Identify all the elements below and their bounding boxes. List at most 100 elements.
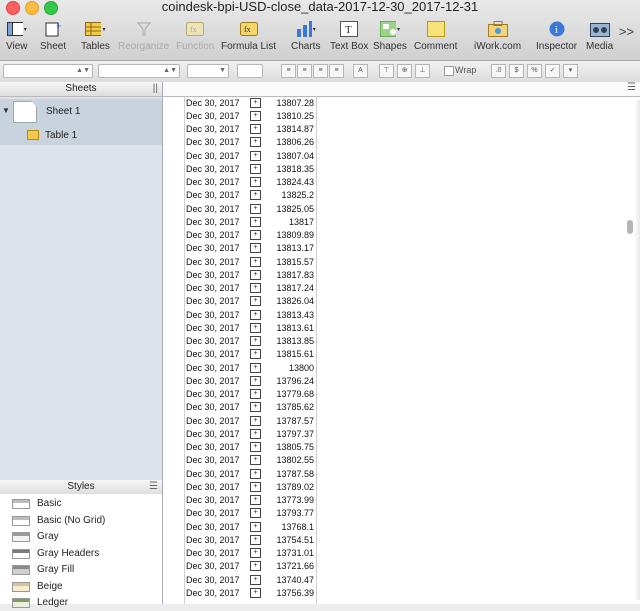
date-cell[interactable]: Dec 30, 2017 [185,217,250,227]
ruler-menu-icon[interactable]: ☰ [627,82,636,93]
date-picker-icon[interactable]: + [250,521,261,532]
sheet-toolbar-button[interactable]: + Sheet [40,20,66,52]
align-left-button[interactable]: ≡ [281,64,296,78]
date-cell[interactable]: Dec 30, 2017 [185,204,250,214]
value-cell[interactable]: 13756.39 [262,588,317,598]
date-picker-icon[interactable]: + [250,389,261,400]
more-formats-button[interactable]: ▾ [563,64,578,78]
value-cell[interactable]: 13815.57 [262,257,317,267]
date-picker-icon[interactable]: + [250,574,261,585]
date-cell[interactable]: Dec 30, 2017 [185,588,250,598]
value-cell[interactable]: 13773.99 [262,495,317,505]
comment-toolbar-button[interactable]: Comment [414,20,457,52]
date-cell[interactable]: Dec 30, 2017 [185,296,250,306]
table-1-label[interactable]: Table 1 [45,130,77,141]
table-row[interactable]: Dec 30, 2017 +13817.24 [185,282,317,295]
inspector-toolbar-button[interactable]: i Inspector [536,20,577,52]
table-row[interactable]: Dec 30, 2017 +13818.35 [185,162,317,175]
style-item[interactable]: Basic (No Grid) [0,513,162,529]
vertical-scrollbar-thumb[interactable] [627,220,633,234]
date-cell[interactable]: Dec 30, 2017 [185,310,250,320]
close-window-button[interactable] [6,1,20,15]
table-row[interactable]: Dec 30, 2017 +13806.26 [185,136,317,149]
table-row[interactable]: Dec 30, 2017 +13721.66 [185,560,317,573]
date-picker-icon[interactable]: + [250,322,261,333]
date-cell[interactable]: Dec 30, 2017 [185,522,250,532]
table-row[interactable]: Dec 30, 2017 +13802.55 [185,454,317,467]
style-item[interactable]: Basic [0,496,162,512]
table-row[interactable]: Dec 30, 2017 +13779.68 [185,388,317,401]
value-cell[interactable]: 13817.83 [262,270,317,280]
date-cell[interactable]: Dec 30, 2017 [185,548,250,558]
date-picker-icon[interactable]: + [250,190,261,201]
date-cell[interactable]: Dec 30, 2017 [185,482,250,492]
date-picker-icon[interactable]: + [250,548,261,559]
media-toolbar-button[interactable]: Media [586,20,613,52]
align-right-button[interactable]: ≡ [313,64,328,78]
date-picker-icon[interactable]: + [250,230,261,241]
charts-toolbar-button[interactable]: ▾ Charts [291,20,320,52]
date-picker-icon[interactable]: + [250,177,261,188]
value-cell[interactable]: 13796.24 [262,376,317,386]
date-picker-icon[interactable]: + [250,137,261,148]
date-picker-icon[interactable]: + [250,495,261,506]
value-cell[interactable]: 13813.17 [262,243,317,253]
value-cell[interactable]: 13721.66 [262,561,317,571]
table-row[interactable]: Dec 30, 2017 +13754.51 [185,533,317,546]
date-picker-icon[interactable]: + [250,468,261,479]
value-cell[interactable]: 13824.43 [262,177,317,187]
date-picker-icon[interactable]: + [250,336,261,347]
style-item[interactable]: Gray Headers [0,546,162,562]
styles-menu-icon[interactable]: ☰ [149,480,158,494]
date-cell[interactable]: Dec 30, 2017 [185,389,250,399]
value-cell[interactable]: 13813.43 [262,310,317,320]
font-size-select[interactable]: ▼ [187,64,229,78]
date-cell[interactable]: Dec 30, 2017 [185,270,250,280]
table-row[interactable]: Dec 30, 2017 +13824.43 [185,176,317,189]
font-select[interactable]: ▲▼ [98,64,180,78]
value-cell[interactable]: 13807.04 [262,151,317,161]
table-row[interactable]: Dec 30, 2017 +13797.37 [185,427,317,440]
date-picker-icon[interactable]: + [250,283,261,294]
date-cell[interactable]: Dec 30, 2017 [185,230,250,240]
value-cell[interactable]: 13825.05 [262,204,317,214]
date-cell[interactable]: Dec 30, 2017 [185,416,250,426]
value-cell[interactable]: 13787.58 [262,469,317,479]
number-format-button[interactable]: .0 [491,64,506,78]
value-cell[interactable]: 13779.68 [262,389,317,399]
table-row[interactable]: Dec 30, 2017 +13813.61 [185,321,317,334]
date-picker-icon[interactable]: + [250,296,261,307]
value-cell[interactable]: 13818.35 [262,164,317,174]
table-row[interactable]: Dec 30, 2017 +13817.83 [185,268,317,281]
date-picker-icon[interactable]: + [250,362,261,373]
date-picker-icon[interactable]: + [250,203,261,214]
table-row[interactable]: Dec 30, 2017 +13826.04 [185,295,317,308]
table-row[interactable]: Dec 30, 2017 +13813.17 [185,242,317,255]
table-row[interactable]: Dec 30, 2017 +13773.99 [185,494,317,507]
valign-bottom-button[interactable]: ⊥ [415,64,430,78]
date-picker-icon[interactable]: + [250,375,261,386]
zoom-window-button[interactable] [44,1,58,15]
table-row[interactable]: Dec 30, 2017 +13815.57 [185,255,317,268]
wrap-checkbox[interactable] [444,66,454,76]
date-picker-icon[interactable]: + [250,163,261,174]
date-picker-icon[interactable]: + [250,561,261,572]
table-row[interactable]: Dec 30, 2017 +13768.1 [185,520,317,533]
table-row[interactable]: Dec 30, 2017 +13813.85 [185,335,317,348]
value-cell[interactable]: 13826.04 [262,296,317,306]
value-cell[interactable]: 13813.61 [262,323,317,333]
currency-format-button[interactable]: $ [509,64,524,78]
valign-middle-button[interactable]: ⊕ [397,64,412,78]
value-cell[interactable]: 13785.62 [262,402,317,412]
value-cell[interactable]: 13768.1 [262,522,317,532]
sheets-splitter-icon[interactable]: || [153,82,158,96]
date-picker-icon[interactable]: + [250,110,261,121]
style-item[interactable]: Beige [0,579,162,595]
date-cell[interactable]: Dec 30, 2017 [185,137,250,147]
date-cell[interactable]: Dec 30, 2017 [185,323,250,333]
date-cell[interactable]: Dec 30, 2017 [185,243,250,253]
date-cell[interactable]: Dec 30, 2017 [185,429,250,439]
valign-top-button[interactable]: ⊤ [379,64,394,78]
value-cell[interactable]: 13817 [262,217,317,227]
value-cell[interactable]: 13807.28 [262,98,317,108]
